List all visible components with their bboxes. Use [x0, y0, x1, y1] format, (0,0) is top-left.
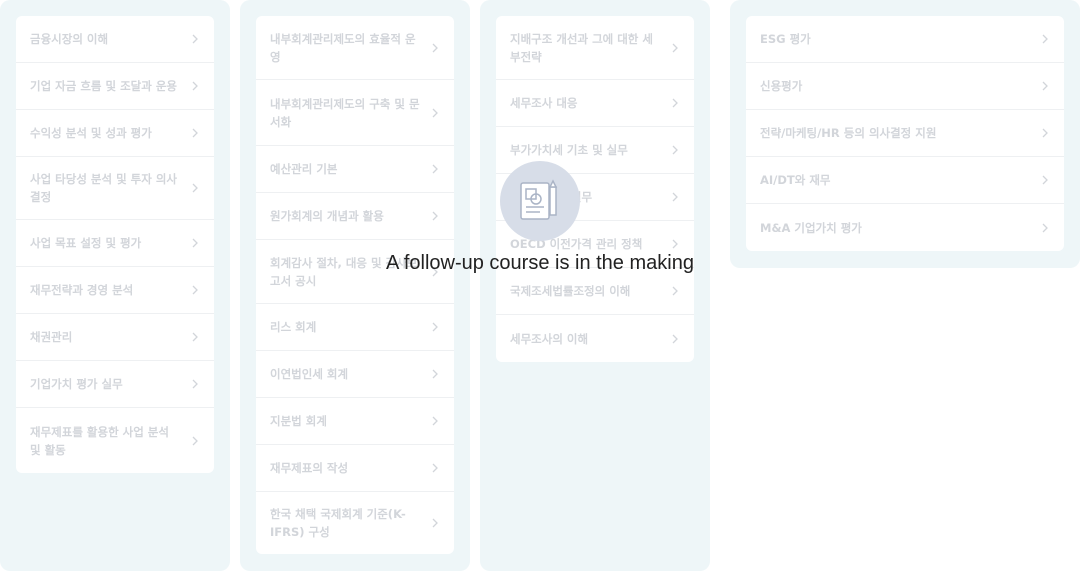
chevron-right-icon [192, 379, 198, 389]
course-item[interactable]: 세무조사의 이해 [496, 315, 694, 362]
course-item[interactable]: 재무제표의 작성 [256, 445, 454, 492]
chevron-right-icon [432, 518, 438, 528]
chevron-right-icon [192, 238, 198, 248]
chevron-right-icon [672, 98, 678, 108]
chevron-right-icon [192, 81, 198, 91]
course-item-label: 리스 회계 [270, 320, 317, 334]
course-item-label: 기업가치 평가 실무 [30, 377, 123, 391]
chevron-right-icon [432, 164, 438, 174]
course-item-label: 국제조세법률조정의 이해 [510, 284, 631, 298]
course-item-label: 내부회계관리제도의 구축 및 문서화 [270, 96, 420, 129]
course-item[interactable]: AI/DT와 재무 [746, 157, 1064, 204]
course-item[interactable]: 이연법인세 회계 [256, 351, 454, 398]
chevron-right-icon [1042, 128, 1048, 138]
course-item-label: 내부회계관리제도의 효율적 운영 [270, 31, 416, 64]
course-item-label: 기업 자금 흐름 및 조달과 운용 [30, 79, 177, 93]
course-item[interactable]: 채권관리 [16, 314, 214, 361]
chevron-right-icon [1042, 34, 1048, 44]
course-column-1: 금융시장의 이해 기업 자금 흐름 및 조달과 운용 수익성 분석 및 성과 평… [0, 0, 230, 571]
chevron-right-icon [192, 285, 198, 295]
course-item-label: AI/DT와 재무 [760, 173, 831, 187]
chevron-right-icon [432, 211, 438, 221]
chevron-right-icon [432, 43, 438, 52]
chevron-right-icon [192, 128, 198, 138]
chevron-right-icon [432, 322, 438, 332]
course-item-label: 세무조사의 이해 [510, 331, 589, 346]
course-item-label: 재무제표의 작성 [270, 461, 349, 475]
chevron-right-icon [432, 108, 438, 117]
chevron-right-icon [1042, 81, 1048, 91]
course-item-label: 지분법 회계 [270, 414, 327, 428]
course-column-4: ESG 평가 신용평가 전략/마케팅/HR 등의 의사결정 지원 AI/DT와 … [730, 0, 1080, 268]
chevron-right-icon [192, 183, 198, 193]
course-item[interactable]: 국제조세법률조정의 이해 [496, 268, 694, 315]
course-list-card-4: ESG 평가 신용평가 전략/마케팅/HR 등의 의사결정 지원 AI/DT와 … [746, 16, 1064, 251]
course-item[interactable]: 신용평가 [746, 63, 1064, 110]
course-item-label: 재무제표를 활용한 사업 분석 및 활동 [30, 424, 169, 457]
course-item[interactable]: 리스 회계 [256, 304, 454, 351]
course-item-label: 세무조사 대응 [510, 96, 578, 110]
course-item-label: 수익성 분석 및 성과 평가 [30, 126, 152, 140]
course-column-2: 내부회계관리제도의 효율적 운영 내부회계관리제도의 구축 및 문서화 예산관리… [240, 0, 470, 571]
chevron-right-icon [1042, 223, 1048, 232]
course-item[interactable]: 한국 채택 국제회계 기준(K-IFRS) 구성 [256, 492, 454, 554]
chevron-right-icon [672, 239, 678, 249]
chevron-right-icon [672, 145, 678, 155]
course-item[interactable]: 원가회계의 개념과 활용 [256, 193, 454, 240]
chevron-right-icon [192, 34, 198, 44]
coming-soon-badge [500, 161, 580, 241]
course-item[interactable]: ESG 평가 [746, 16, 1064, 63]
chevron-right-icon [192, 436, 198, 445]
course-item-label: 한국 채택 국제회계 기준(K-IFRS) 구성 [270, 507, 406, 539]
course-item[interactable]: 재무제표를 활용한 사업 분석 및 활동 [16, 408, 214, 473]
course-list-card-1: 금융시장의 이해 기업 자금 흐름 및 조달과 운용 수익성 분석 및 성과 평… [16, 16, 214, 473]
course-item-label: 사업 타당성 분석 및 투자 의사결정 [30, 172, 177, 204]
course-item[interactable]: 내부회계관리제도의 구축 및 문서화 [256, 80, 454, 146]
coming-soon-message: A follow-up course is in the making [386, 252, 694, 274]
course-column-3: 지배구조 개선과 그에 대한 세부전략 세무조사 대응 부가가치세 기초 및 실… [480, 0, 710, 571]
course-item[interactable]: 기업 자금 흐름 및 조달과 운용 [16, 63, 214, 110]
course-item[interactable]: 내부회계관리제도의 효율적 운영 [256, 16, 454, 80]
chevron-right-icon [672, 192, 678, 202]
chevron-right-icon [672, 286, 678, 296]
chevron-right-icon [432, 416, 438, 426]
course-item-label: 부가가치세 기초 및 실무 [510, 143, 628, 157]
course-item-label: 신용평가 [760, 79, 803, 93]
course-item[interactable]: M&A 기업가치 평가 [746, 204, 1064, 251]
chevron-right-icon [672, 334, 678, 343]
course-item-label: 전략/마케팅/HR 등의 의사결정 지원 [760, 126, 937, 140]
course-item-label: 재무전략과 경영 분석 [30, 283, 134, 297]
course-item[interactable]: 사업 타당성 분석 및 투자 의사결정 [16, 157, 214, 220]
course-item-label: 지배구조 개선과 그에 대한 세부전략 [510, 31, 653, 64]
course-item-label: 이연법인세 회계 [270, 367, 349, 381]
course-item-label: M&A 기업가치 평가 [760, 220, 862, 235]
course-item-label: 금융시장의 이해 [30, 32, 109, 46]
course-item[interactable]: 지배구조 개선과 그에 대한 세부전략 [496, 16, 694, 80]
chevron-right-icon [432, 369, 438, 379]
document-pencil-icon [520, 179, 558, 220]
chevron-right-icon [1042, 175, 1048, 185]
course-item[interactable]: 기업가치 평가 실무 [16, 361, 214, 408]
chevron-right-icon [192, 332, 198, 342]
course-item-label: 예산관리 기본 [270, 162, 338, 176]
course-item-label: 채권관리 [30, 330, 73, 344]
chevron-right-icon [432, 463, 438, 473]
course-item[interactable]: 예산관리 기본 [256, 146, 454, 193]
course-list-card-2: 내부회계관리제도의 효율적 운영 내부회계관리제도의 구축 및 문서화 예산관리… [256, 16, 454, 554]
course-item[interactable]: 수익성 분석 및 성과 평가 [16, 110, 214, 157]
chevron-right-icon [672, 43, 678, 52]
course-item[interactable]: 지분법 회계 [256, 398, 454, 445]
course-item[interactable]: 전략/마케팅/HR 등의 의사결정 지원 [746, 110, 1064, 157]
course-item[interactable]: 세무조사 대응 [496, 80, 694, 127]
course-item[interactable]: 금융시장의 이해 [16, 16, 214, 63]
course-item-label: ESG 평가 [760, 32, 811, 46]
course-item-label: 사업 목표 설정 및 평가 [30, 236, 142, 250]
course-item-label: 원가회계의 개념과 활용 [270, 209, 384, 223]
